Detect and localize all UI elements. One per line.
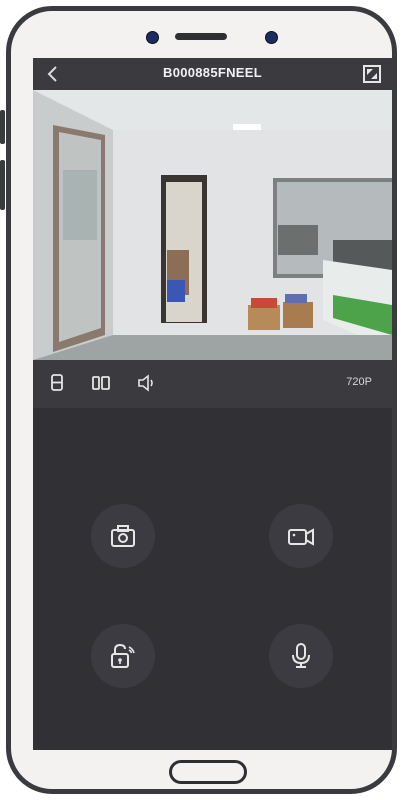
talk-button[interactable] <box>269 624 333 688</box>
front-camera <box>146 31 159 44</box>
record-button[interactable] <box>269 504 333 568</box>
microphone-icon <box>292 643 310 668</box>
volume-button <box>0 110 5 144</box>
fullscreen-icon[interactable] <box>362 64 382 84</box>
front-sensor <box>265 31 278 44</box>
split-view-icon[interactable] <box>90 372 112 394</box>
device-title: B000885FNEEL <box>163 65 262 80</box>
live-video-feed[interactable] <box>33 90 392 360</box>
speaker-icon[interactable] <box>136 372 158 394</box>
app-screen: B000885FNEEL 720P <box>33 58 392 750</box>
remote-unlock-button[interactable] <box>91 624 155 688</box>
snapshot-button[interactable] <box>91 504 155 568</box>
remote-unlock-icon <box>111 643 135 668</box>
resolution-selector[interactable]: 720P <box>346 376 372 388</box>
earpiece-speaker <box>175 33 227 40</box>
app-bar: B000885FNEEL <box>33 58 392 90</box>
single-view-icon[interactable] <box>47 372 69 394</box>
stream-toolbar: 720P <box>33 360 392 408</box>
camera-icon <box>111 525 135 547</box>
home-button <box>169 760 247 784</box>
power-button <box>0 160 5 210</box>
video-record-icon <box>288 528 314 546</box>
